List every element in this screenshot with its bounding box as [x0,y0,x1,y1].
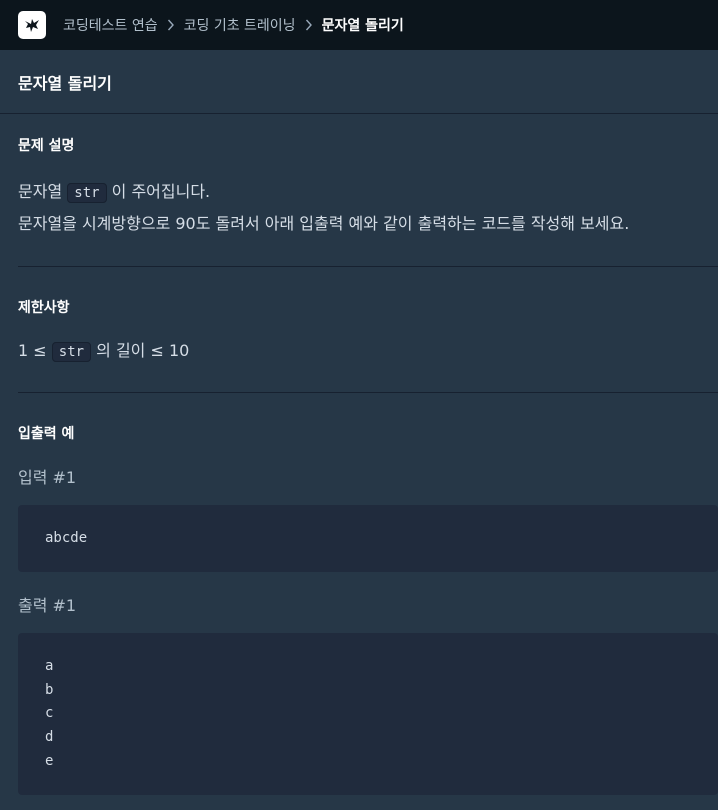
constraint-text: 1 ≤ [18,341,47,360]
inline-code-str: str [67,183,107,203]
chevron-right-icon [167,19,175,31]
description-text: 이 주어집니다. [111,182,211,201]
breadcrumb-item-current: 문자열 돌리기 [321,18,404,34]
input-label: 입력 #1 [18,468,77,487]
constraint-item: 1 ≤ str 의 길이 ≤ 10 [18,337,190,362]
constraints-heading: 제한사항 [18,300,70,316]
output-line: b [45,682,54,698]
top-navigation-bar: 코딩테스트 연습 코딩 기초 트레이닝 문자열 돌리기 [0,0,718,50]
input-value: abcde [45,530,88,546]
input-code-block: abcde [18,505,718,572]
description-heading: 문제 설명 [18,138,75,154]
output-line: c [45,705,54,721]
description-text: 문자열 [18,182,63,201]
breadcrumb-item-basic-training[interactable]: 코딩 기초 트레이닝 [184,15,296,35]
constraint-text: 의 길이 ≤ 10 [96,341,190,360]
output-line: e [45,753,54,769]
section-divider [18,266,718,267]
breadcrumb: 코딩테스트 연습 코딩 기초 트레이닝 문자열 돌리기 [63,15,404,35]
chevron-right-icon [305,19,313,31]
output-code-block: a b c d e [18,633,718,795]
output-line: d [45,729,54,745]
description-line-2: 문자열을 시계방향으로 90도 돌려서 아래 입출력 예와 같이 출력하는 코드… [18,214,630,233]
output-line: a [45,658,54,674]
problem-title-bar: 문자열 돌리기 [0,51,718,114]
section-divider [18,392,718,393]
breadcrumb-item-coding-test[interactable]: 코딩테스트 연습 [63,15,158,35]
io-heading: 입출력 예 [18,426,75,442]
inline-code-str: str [51,342,92,362]
description-line-1: 문자열 str 이 주어집니다. [18,178,211,203]
output-label: 출력 #1 [18,596,77,615]
page-title: 문자열 돌리기 [18,74,112,93]
programmers-logo-icon[interactable] [18,11,46,39]
